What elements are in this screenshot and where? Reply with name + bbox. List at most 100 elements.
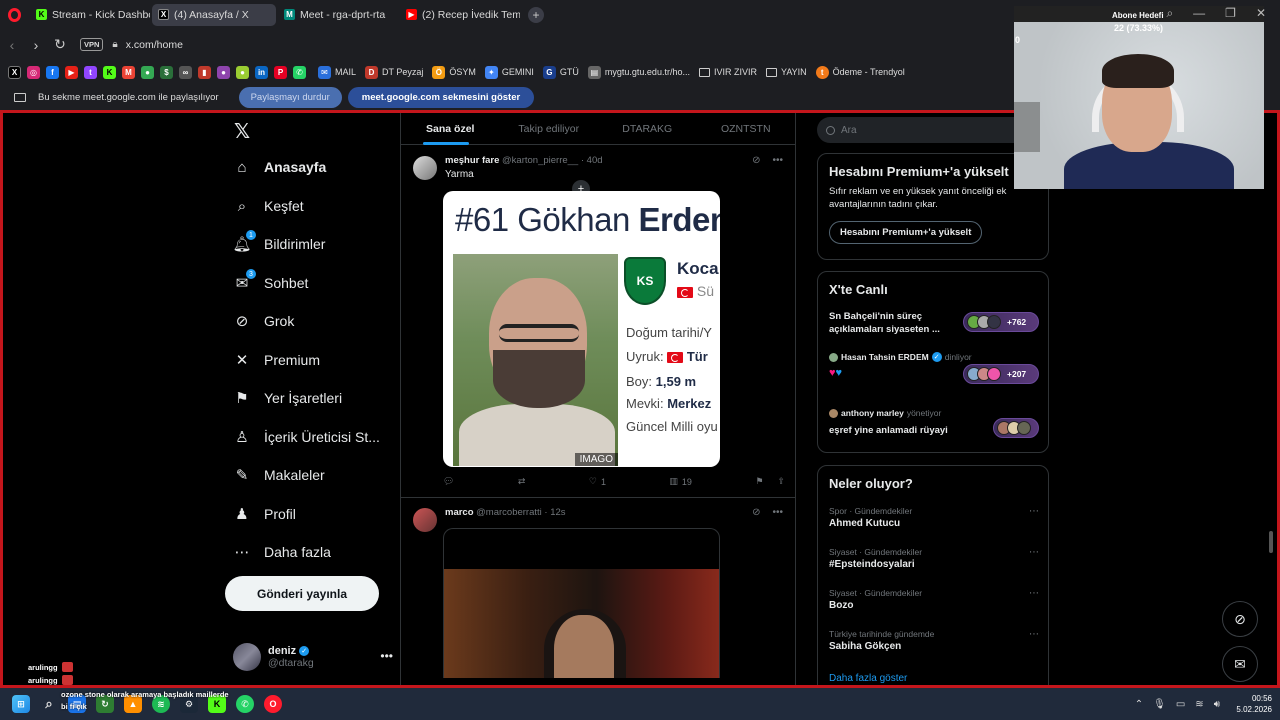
more-icon[interactable]: •••	[772, 507, 783, 518]
stop-sharing-button[interactable]: Paylaşmayı durdur	[238, 86, 342, 108]
maximize-icon[interactable]: ❐	[1225, 6, 1236, 21]
opera-logo-icon[interactable]	[0, 0, 28, 29]
more-icon[interactable]: •••	[772, 155, 783, 166]
search-icon[interactable]: ⌕	[40, 695, 58, 713]
grok-icon[interactable]: ⊘	[752, 155, 760, 166]
nav-home[interactable]: ⌂ Anasayfa	[233, 155, 326, 179]
back-icon[interactable]: ‹	[0, 37, 24, 53]
whatsapp-taskbar-icon[interactable]: ✆	[236, 695, 254, 713]
facebook-icon[interactable]: f	[46, 65, 59, 79]
tab-x-home[interactable]: X (4) Anasayfa / X	[152, 3, 276, 26]
forward-icon[interactable]: ›	[24, 37, 48, 53]
instagram-icon[interactable]: ◎	[27, 65, 40, 79]
bookmark-ivir-zivir[interactable]: IVIR ZIVIR	[698, 67, 757, 77]
minimize-icon[interactable]: —	[1193, 6, 1205, 21]
tweet-author-name[interactable]: meşhur fare	[445, 155, 499, 166]
reload-icon[interactable]: ↻	[48, 36, 72, 53]
vpn-badge[interactable]: VPN	[80, 38, 104, 51]
tweet[interactable]: meşhur fare @karton_pierre__ · 40d ⊘ •••…	[401, 146, 795, 496]
twitch-icon[interactable]: t	[84, 65, 97, 79]
tweet-image[interactable]: #61 Gökhan Erdem IMAGO KS Koca Sü Doğum …	[443, 191, 720, 467]
live-space[interactable]: Sn Bahçeli'nin süreç açıklamaları siyase…	[829, 310, 1039, 340]
bookmark-trendyol[interactable]: t Ödeme - Trendyol	[815, 65, 905, 79]
more-icon[interactable]: •••	[380, 649, 393, 663]
tab-youtube[interactable]: ▶ (2) Recep İvedik Tema - Yo	[400, 4, 520, 26]
show-more-link[interactable]: Daha fazla göster	[829, 673, 907, 684]
close-icon[interactable]: ✕	[1256, 6, 1266, 21]
bookmark-dt-peyzaj[interactable]: D DT Peyzaj	[365, 65, 423, 79]
share-icon[interactable]: ⇪	[777, 476, 785, 487]
nav-profile[interactable]: ♟ Profil	[233, 502, 296, 526]
grok-fab-icon[interactable]: ⊘	[1222, 601, 1258, 637]
whatsapp-icon[interactable]: ✆	[293, 65, 306, 79]
live-space[interactable]: Hasan Tahsin ERDEM ✓ dinliyor ♥♥ +207	[829, 352, 1039, 394]
clock[interactable]: 00:56 5.02.2026	[1236, 693, 1272, 715]
maps-icon[interactable]: ●	[141, 65, 154, 79]
retweet-icon[interactable]: ⇄	[518, 476, 526, 487]
linkedin-icon[interactable]: in	[255, 65, 268, 79]
bookmark-osym[interactable]: Ö ÖSYM	[432, 65, 476, 79]
account-switcher[interactable]: deniz ✓ @dtarakg •••	[233, 643, 393, 671]
dollar-icon[interactable]: $	[160, 65, 173, 79]
bookmark-yayin[interactable]: YAYIN	[765, 67, 807, 77]
nav-articles[interactable]: ✎ Makaleler	[233, 463, 325, 487]
grok-icon[interactable]: ⊘	[752, 507, 760, 518]
pinterest-icon[interactable]: P	[274, 65, 287, 79]
more-icon[interactable]: ⋯	[1029, 547, 1039, 558]
nav-creator-studio[interactable]: ♙ İçerik Üreticisi St...	[233, 425, 380, 449]
more-icon[interactable]: ⋯	[1029, 506, 1039, 517]
nav-premium[interactable]: ✕ Premium	[233, 348, 320, 372]
upgrade-premium-button[interactable]: Hesabını Premium+'a yükselt	[829, 221, 983, 244]
youtube-bookmark-icon[interactable]: ▶	[65, 65, 78, 79]
display-icon[interactable]: ▭	[1176, 699, 1185, 710]
tab-for-you[interactable]: Sana özel	[401, 113, 500, 145]
live-space[interactable]: anthony marley yönetiyor eşref yine anlam…	[829, 408, 1039, 442]
nav-bookmarks[interactable]: ⚑ Yer İşaretleri	[233, 386, 342, 410]
tweet-video[interactable]	[443, 528, 720, 678]
tweet[interactable]: marco @marcoberratti · 12s ⊘ •••	[401, 498, 795, 685]
more-icon[interactable]: ⋯	[1029, 629, 1039, 640]
opera-taskbar-icon[interactable]: O	[264, 695, 282, 713]
nav-chat[interactable]: ✉ 3 Sohbet	[233, 269, 308, 295]
tweet-author-name[interactable]: marco	[445, 507, 474, 518]
nav-explore[interactable]: ⌕ Keşfet	[233, 194, 304, 218]
trend-item[interactable]: Siyaset · Gündemdekiler #Epsteindosyalar…	[829, 547, 1039, 570]
reply-icon[interactable]: 💬︎	[443, 476, 454, 487]
show-meet-tab-button[interactable]: meet.google.com sekmesini göster	[347, 86, 535, 108]
tab-meet[interactable]: M Meet - rga-dprt-rta	[278, 4, 398, 26]
more-icon[interactable]: ⋯	[1029, 588, 1039, 599]
wifi-icon[interactable]: ≋	[1195, 699, 1203, 710]
messages-fab-icon[interactable]: ✉	[1222, 646, 1258, 682]
nav-notifications[interactable]: 🔔︎ 1 Bildirimler	[232, 230, 325, 256]
trend-item[interactable]: Spor · Gündemdekiler Ahmed Kutucu ⋯	[829, 506, 1039, 529]
search-icon[interactable]: ⌕	[1166, 6, 1173, 21]
avatar[interactable]	[413, 508, 437, 532]
volume-icon[interactable]: 🔊︎	[1214, 699, 1220, 710]
nav-grok[interactable]: ⊘ Grok	[233, 309, 295, 333]
purple-bookmark-icon[interactable]: ●	[217, 65, 230, 79]
tweet-author-handle[interactable]: @karton_pierre__ · 40d	[502, 155, 602, 166]
x-logo-icon[interactable]: 𝕏	[234, 119, 250, 144]
tab-ozntstn[interactable]: OZNTSTN	[697, 113, 796, 144]
bookmark-mail[interactable]: ✉ MAIL	[318, 65, 356, 79]
tab-dtarakg[interactable]: DTARAKG	[598, 113, 697, 144]
scrollbar[interactable]	[1269, 531, 1273, 553]
link-icon[interactable]: ∞	[179, 65, 192, 79]
green-bookmark-icon[interactable]: ●	[236, 65, 249, 79]
tweet-author-handle[interactable]: @marcoberratti · 12s	[476, 507, 565, 518]
nav-more[interactable]: ⋯ Daha fazla	[233, 540, 331, 564]
like-button[interactable]: ♡ 1	[589, 476, 606, 487]
gmail-icon[interactable]: M	[122, 65, 135, 79]
kick-bookmark-icon[interactable]: K	[103, 65, 116, 79]
avatar[interactable]	[413, 156, 437, 180]
trend-item[interactable]: Türkiye tarihinde gündemde Sabiha Gökçen…	[829, 629, 1039, 652]
bookmark-mygtu[interactable]: ▤ mygtu.gtu.edu.tr/ho...	[587, 65, 690, 79]
chevron-up-icon[interactable]: ⌃	[1135, 699, 1143, 710]
tab-following[interactable]: Takip ediliyor	[500, 113, 599, 144]
x-bookmark-icon[interactable]: X	[8, 65, 21, 79]
windows-start-icon[interactable]: ⊞	[12, 695, 30, 713]
bookmark-gemini[interactable]: ✦ GEMINI	[484, 65, 534, 79]
views-button[interactable]: ▥ 19	[669, 476, 692, 487]
url-field[interactable]: x.com/home	[126, 39, 183, 51]
red-bookmark-icon[interactable]: ▮	[198, 65, 211, 79]
